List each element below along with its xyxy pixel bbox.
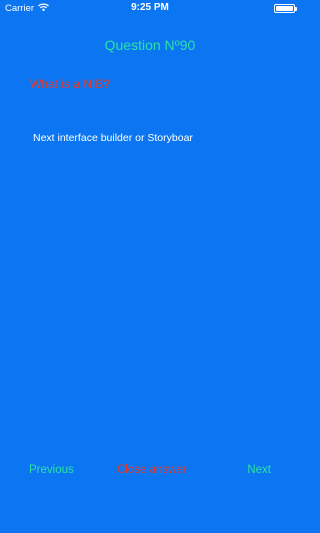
question-number-title: Question Nº90 xyxy=(104,37,196,53)
battery-tip xyxy=(295,6,297,11)
status-time: 9:25 PM xyxy=(131,2,169,13)
close-answer-button[interactable]: Close answer xyxy=(117,464,187,476)
battery-icon xyxy=(274,4,295,13)
previous-button[interactable]: Previous xyxy=(29,464,74,476)
answer-text: Next interface builder or Storyboar xyxy=(33,132,193,144)
question-text: What is a NIB? xyxy=(30,77,111,91)
battery-fill xyxy=(276,6,293,11)
status-bar: Carrier 9:25 PM xyxy=(0,0,300,16)
next-button[interactable]: Next xyxy=(247,464,271,476)
